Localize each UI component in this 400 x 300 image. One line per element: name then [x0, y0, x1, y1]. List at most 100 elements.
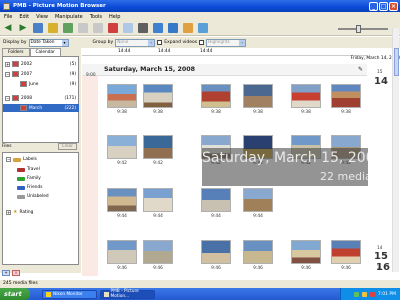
- photo-thumbnail[interactable]: [107, 188, 137, 212]
- status-bar: 245 media files: [0, 280, 400, 288]
- photo-thumbnail[interactable]: [291, 240, 321, 264]
- photo-thumbnail[interactable]: [143, 240, 173, 264]
- expand-icon[interactable]: +: [5, 61, 10, 67]
- task-pmb[interactable]: PMB - Picture Motion...: [100, 289, 155, 299]
- pencil-icon[interactable]: ✎: [358, 66, 363, 73]
- tag-item-friends[interactable]: Friends: [17, 185, 42, 190]
- tab-folders[interactable]: Folders: [2, 48, 30, 56]
- vertical-scrollbar[interactable]: [392, 28, 399, 272]
- labels-header[interactable]: − Labels: [6, 157, 37, 162]
- title-bar: PMB - Picture Motion Browser _ □ ×: [0, 0, 400, 12]
- tree-row-june[interactable]: June (9): [3, 80, 79, 88]
- photo-thumbnail[interactable]: [201, 84, 231, 108]
- slider-knob[interactable]: [356, 25, 361, 33]
- tree-row-2007[interactable]: − 2007 (9): [3, 70, 79, 78]
- display-by-label: Display by: [3, 40, 27, 45]
- display-by-select[interactable]: Date Taken ▾: [28, 38, 69, 47]
- photo-icon[interactable]: [63, 23, 73, 33]
- calendar-icon: [20, 105, 27, 111]
- menu-edit[interactable]: Edit: [19, 14, 29, 20]
- tag-item-unlabeled[interactable]: Unlabeled: [17, 194, 49, 199]
- delete-icon[interactable]: [108, 23, 118, 33]
- date-header-text: Saturday, March 15, 2008: [104, 66, 196, 73]
- clear-button[interactable]: Clear: [57, 142, 77, 150]
- collapse-icon[interactable]: −: [5, 95, 10, 101]
- overlay-date: Saturday, March 15, 2008: [202, 150, 384, 166]
- email-icon[interactable]: [198, 23, 208, 33]
- rotate-icon[interactable]: [123, 23, 133, 33]
- photo-thumbnail[interactable]: [243, 240, 273, 264]
- photo-thumbnail[interactable]: [331, 240, 361, 264]
- tag-item-family[interactable]: Family: [17, 176, 41, 181]
- thumbnail-time: 9:44: [117, 214, 127, 219]
- photo-thumbnail[interactable]: [107, 240, 137, 264]
- app-icon: [3, 2, 10, 10]
- remove-label-button[interactable]: ×: [12, 270, 20, 276]
- calendar-day[interactable]: 15: [374, 251, 388, 262]
- task-label: Nikon Monitor: [53, 291, 83, 297]
- menu-help[interactable]: Help: [109, 14, 120, 20]
- scrollbar-thumb[interactable]: [394, 48, 399, 76]
- calendar-day[interactable]: 16: [376, 262, 390, 273]
- tree-row-march[interactable]: March (222): [3, 104, 79, 112]
- photo-thumbnail[interactable]: [143, 135, 173, 159]
- folder-icon[interactable]: [48, 23, 58, 33]
- tray-icon[interactable]: [361, 291, 367, 297]
- thumbnail-time: 9:38: [301, 110, 311, 115]
- header-time: 14:44: [118, 49, 131, 54]
- close-button[interactable]: ×: [389, 1, 398, 11]
- photo-thumbnail[interactable]: [143, 188, 173, 212]
- menu-view[interactable]: View: [36, 14, 48, 20]
- photo-thumbnail[interactable]: [201, 240, 231, 264]
- header-time: 14:44: [200, 49, 213, 54]
- clock[interactable]: 7:01 PM: [378, 292, 396, 297]
- photo-thumbnail[interactable]: [201, 188, 231, 212]
- minimize-button[interactable]: _: [369, 1, 378, 11]
- photo-thumbnail[interactable]: [243, 84, 273, 108]
- task-nikon-monitor[interactable]: Nikon Monitor: [42, 289, 97, 299]
- paste-icon[interactable]: [93, 23, 103, 33]
- copy-icon[interactable]: [78, 23, 88, 33]
- menu-file[interactable]: File: [4, 14, 12, 20]
- rating-header[interactable]: + ★ Rating: [6, 209, 33, 215]
- highlights-select[interactable]: Highlights ▾: [206, 38, 247, 47]
- tree-row-2002[interactable]: + 2002 (5): [3, 60, 79, 68]
- tray-icon[interactable]: [353, 291, 359, 297]
- calendar-day[interactable]: 14: [374, 76, 388, 87]
- highlights-checkbox[interactable]: [199, 40, 205, 45]
- tree-count: (222): [64, 105, 76, 111]
- collapse-icon[interactable]: −: [6, 157, 11, 162]
- collapse-icon[interactable]: −: [5, 71, 10, 77]
- start-button[interactable]: start: [0, 288, 30, 300]
- photo-thumbnail[interactable]: [291, 84, 321, 108]
- print-icon[interactable]: [153, 23, 163, 33]
- photo-thumbnail[interactable]: [331, 84, 361, 108]
- chevron-down-icon: ▾: [61, 39, 68, 46]
- back-arrow-icon[interactable]: ◀: [3, 23, 13, 33]
- files-filter: Files Clear: [2, 142, 79, 150]
- expand-icon[interactable]: +: [6, 209, 11, 215]
- disc-icon[interactable]: [183, 23, 193, 33]
- photo-thumbnail[interactable]: [243, 188, 273, 212]
- menu-tools[interactable]: Tools: [90, 14, 102, 20]
- globe-icon[interactable]: [168, 23, 178, 33]
- tab-calendar[interactable]: Calendar: [29, 48, 61, 56]
- zoom-slider[interactable]: [334, 25, 392, 33]
- chevron-down-icon: ▾: [239, 39, 246, 46]
- photo-thumbnail[interactable]: [143, 84, 173, 108]
- group-by-select[interactable]: None ▾: [115, 38, 156, 47]
- tree-row-2008[interactable]: − 2008 (171): [3, 94, 79, 102]
- rating-label: Rating: [19, 209, 34, 215]
- forward-arrow-icon[interactable]: ▶: [18, 23, 28, 33]
- maximize-button[interactable]: □: [379, 1, 388, 11]
- tag-item-travel[interactable]: Travel: [17, 167, 40, 172]
- tag-icon: [17, 194, 25, 199]
- add-label-button[interactable]: +: [2, 270, 10, 276]
- menu-manipulate[interactable]: Manipulate: [55, 14, 83, 20]
- photo-thumbnail[interactable]: [107, 135, 137, 159]
- slideshow-icon[interactable]: [138, 23, 148, 33]
- tray-icon[interactable]: [369, 291, 375, 297]
- import-icon[interactable]: [33, 23, 43, 33]
- expand-videos-checkbox[interactable]: [157, 40, 163, 45]
- photo-thumbnail[interactable]: [107, 84, 137, 108]
